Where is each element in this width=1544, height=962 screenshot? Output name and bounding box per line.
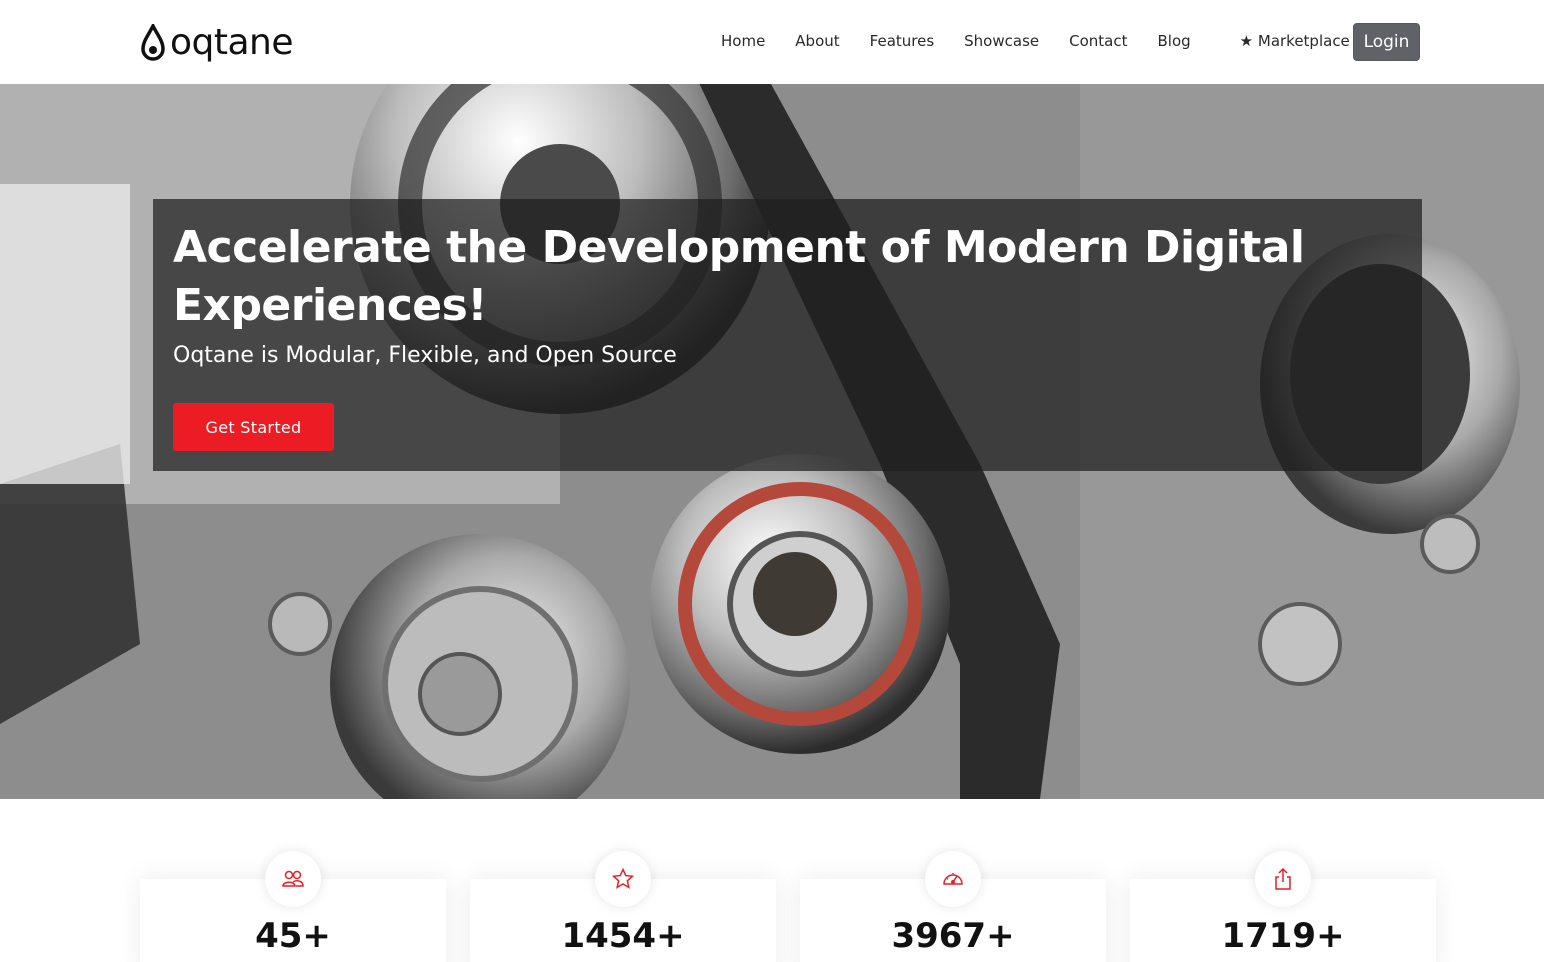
drop-logo-icon — [141, 24, 165, 61]
nav-about[interactable]: About — [780, 22, 854, 60]
hero-section: Accelerate the Development of Modern Dig… — [0, 84, 1544, 799]
hero-subtitle: Oqtane is Modular, Flexible, and Open So… — [173, 343, 677, 368]
nav-contact[interactable]: Contact — [1054, 22, 1142, 60]
share-icon — [1255, 851, 1311, 907]
speedometer-icon — [925, 851, 981, 907]
nav-showcase[interactable]: Showcase — [949, 22, 1054, 60]
hero-title: Accelerate the Development of Modern Dig… — [173, 222, 1305, 331]
stat-value: 45+ — [255, 916, 331, 956]
logo-link[interactable]: oqtane — [140, 22, 294, 64]
main-nav: Home About Features Showcase Contact Blo… — [706, 22, 1380, 60]
login-button[interactable]: Login — [1353, 23, 1420, 61]
site-header: oqtane Home About Features Showcase Cont… — [0, 0, 1544, 84]
people-icon — [265, 851, 321, 907]
get-started-button[interactable]: Get Started — [173, 403, 334, 451]
nav-blog[interactable]: Blog — [1142, 22, 1205, 60]
star-icon — [595, 851, 651, 907]
nav-home[interactable]: Home — [706, 22, 780, 60]
stat-value: 1454+ — [561, 916, 685, 956]
hero-overlay-panel: Accelerate the Development of Modern Dig… — [153, 199, 1422, 471]
brand-name: oqtane — [170, 22, 294, 63]
stat-value: 1719+ — [1221, 916, 1345, 956]
stat-value: 3967+ — [891, 916, 1015, 956]
nav-features[interactable]: Features — [855, 22, 950, 60]
